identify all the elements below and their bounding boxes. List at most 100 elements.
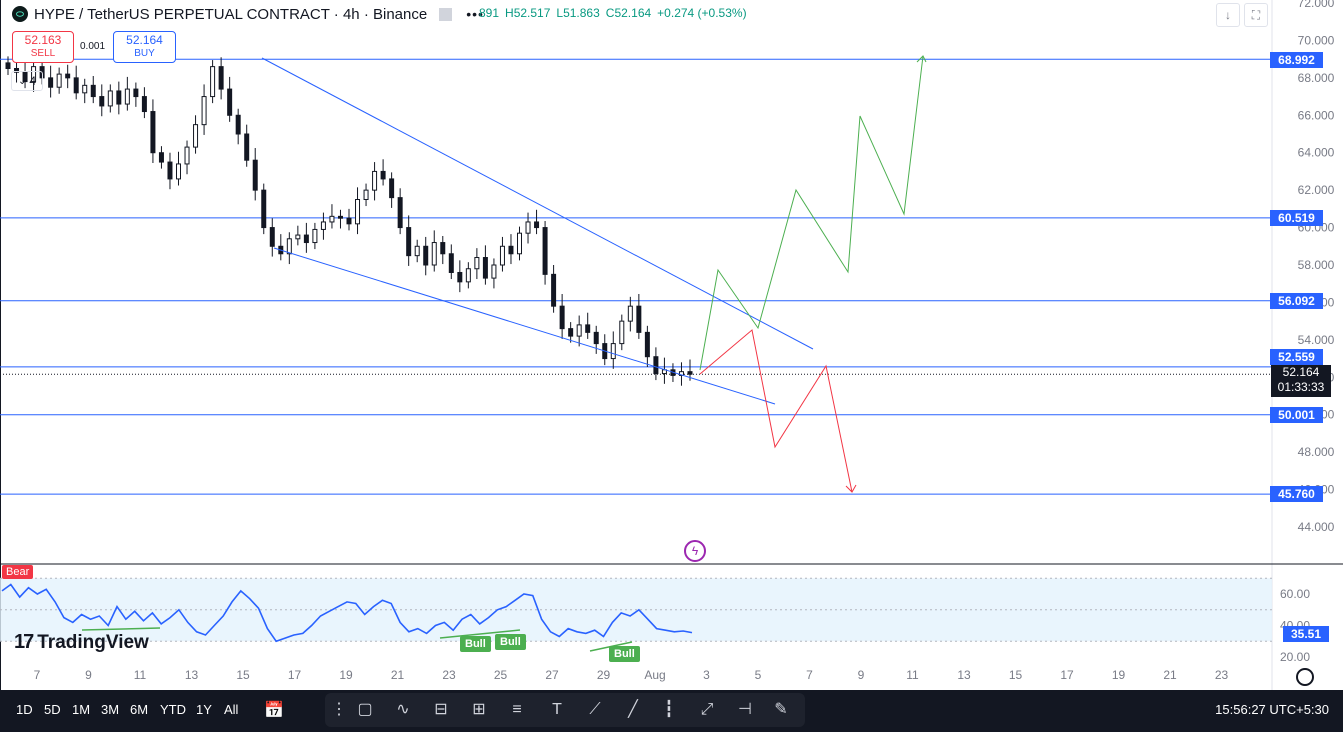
candle-body: [167, 161, 173, 180]
tradingview-text: TradingView: [37, 631, 149, 653]
candle-body: [431, 242, 437, 266]
price-tick-label: 64.000: [1298, 146, 1335, 160]
candle-body: [448, 253, 454, 273]
candle-body: [687, 371, 693, 375]
candle-body: [534, 221, 540, 229]
candle-body: [593, 331, 599, 345]
level-label[interactable]: 68.992: [1270, 52, 1323, 68]
sell-label: SELL: [30, 48, 56, 59]
candle-body: [397, 197, 403, 229]
range-5d[interactable]: 5D: [44, 702, 61, 717]
current-price-label: 52.164 01:33:33: [1271, 365, 1331, 397]
candle-body: [150, 111, 156, 154]
time-tick-label: 9: [858, 668, 865, 682]
rsi-value: 35.51: [1283, 626, 1329, 642]
candle-body: [610, 343, 616, 360]
price-tick-label: 72.000: [1298, 0, 1335, 10]
long-position-icon[interactable]: ⊟: [431, 701, 451, 719]
bull-badge: Bull: [495, 634, 526, 650]
level-label[interactable]: 45.760: [1270, 486, 1323, 502]
time-tick-label: 17: [288, 668, 302, 682]
level-label[interactable]: 50.001: [1270, 407, 1323, 423]
price-tick-label: 54.000: [1298, 333, 1335, 347]
chart-header: ⬭ HYPE / TetherUS PERPETUAL CONTRACT · 4…: [0, 0, 484, 28]
candle-body: [116, 90, 122, 105]
ray-icon[interactable]: ⟋: [585, 701, 605, 719]
candle-body: [372, 170, 378, 191]
arrow-down-icon[interactable]: ↓: [1216, 3, 1240, 27]
candle-body: [286, 238, 292, 255]
time-tick-label: 15: [1009, 668, 1023, 682]
brush-icon[interactable]: ✎: [771, 701, 791, 719]
candle-body: [627, 305, 633, 322]
path-icon[interactable]: ∿: [393, 701, 413, 719]
range-all[interactable]: All: [224, 702, 238, 717]
calendar-icon[interactable]: 📅: [264, 700, 284, 720]
short-position-icon[interactable]: ⊞: [469, 701, 489, 719]
upper-trendline: [261, 57, 814, 350]
candle-body: [252, 159, 258, 191]
visibility-icon[interactable]: [439, 7, 453, 21]
candle-body: [201, 96, 207, 126]
buy-button[interactable]: 52.164 BUY: [113, 31, 176, 63]
quantity-selector[interactable]: ⌄ 4: [11, 71, 43, 91]
time-tick-label: 13: [185, 668, 199, 682]
time-tick-label: 9: [85, 668, 92, 682]
ruler-icon[interactable]: ⊣: [735, 701, 755, 719]
trendline-icon[interactable]: ╱: [623, 701, 643, 719]
candle-body: [303, 234, 309, 244]
range-1m[interactable]: 1M: [72, 702, 90, 717]
time-tick-label: 21: [391, 668, 405, 682]
candle-body: [619, 320, 625, 345]
candle-body: [636, 305, 642, 333]
candle-body: [90, 84, 96, 98]
projection-icon[interactable]: ⤢: [697, 701, 717, 719]
time-tick-label: 7: [806, 668, 813, 682]
tradingview-logo[interactable]: 17 TradingView: [14, 631, 149, 654]
candle-body: [440, 242, 446, 255]
symbol-title[interactable]: HYPE / TetherUS PERPETUAL CONTRACT · 4h …: [34, 6, 427, 23]
level-label[interactable]: 56.092: [1270, 293, 1323, 309]
rsi-tick-label: 20.00: [1280, 650, 1310, 664]
candle-body: [542, 227, 548, 275]
flash-icon[interactable]: ϟ: [684, 540, 706, 562]
clock[interactable]: 15:56:27 UTC+5:30: [1215, 702, 1329, 717]
price-tick-label: 68.000: [1298, 71, 1335, 85]
fullscreen-icon[interactable]: ⛶: [1244, 3, 1268, 27]
range-ytd[interactable]: YTD: [160, 702, 186, 717]
price-tick-label: 70.000: [1298, 33, 1335, 47]
bars-pattern-icon[interactable]: ┇: [659, 701, 679, 719]
time-tick-label: 7: [34, 668, 41, 682]
time-tick-label: 11: [906, 668, 919, 682]
level-label[interactable]: 52.559: [1270, 349, 1323, 365]
open-value: 891: [479, 6, 500, 20]
lower-trendline: [273, 247, 776, 405]
grip-icon[interactable]: ⋮: [329, 701, 349, 719]
bearish-projection-path: [699, 329, 853, 493]
candle-body: [295, 234, 301, 240]
bull-badge: Bull: [609, 646, 640, 662]
price-tick-label: 66.000: [1298, 108, 1335, 122]
candle-body: [517, 232, 522, 255]
text-icon[interactable]: T: [547, 701, 567, 719]
candle-body: [312, 228, 318, 244]
candle-body: [389, 178, 395, 199]
fib-icon[interactable]: ≡: [507, 701, 527, 719]
ohlc-readout: 891 H52.517 L51.863 C52.164 +0.274 (+0.53%): [479, 6, 753, 20]
candle-body: [193, 124, 199, 148]
sell-button[interactable]: 52.163 SELL: [12, 31, 74, 63]
candle-body: [568, 328, 574, 337]
range-1d[interactable]: 1D: [16, 702, 33, 717]
candle-body: [5, 62, 11, 70]
price-chart[interactable]: 72.000 70.000 68.000 66.000 64.000 62.000 60.0…: [0, 0, 1343, 690]
level-label[interactable]: 60.519: [1270, 210, 1323, 226]
candle-body: [261, 189, 267, 229]
bear-badge: Bear: [2, 565, 34, 579]
candle-body: [218, 66, 224, 90]
range-3m[interactable]: 3M: [101, 702, 119, 717]
rectangle-icon[interactable]: ▢: [355, 701, 375, 719]
settings-icon[interactable]: [1296, 668, 1314, 686]
range-6m[interactable]: 6M: [130, 702, 148, 717]
range-1y[interactable]: 1Y: [196, 702, 212, 717]
candle-body: [457, 271, 463, 283]
